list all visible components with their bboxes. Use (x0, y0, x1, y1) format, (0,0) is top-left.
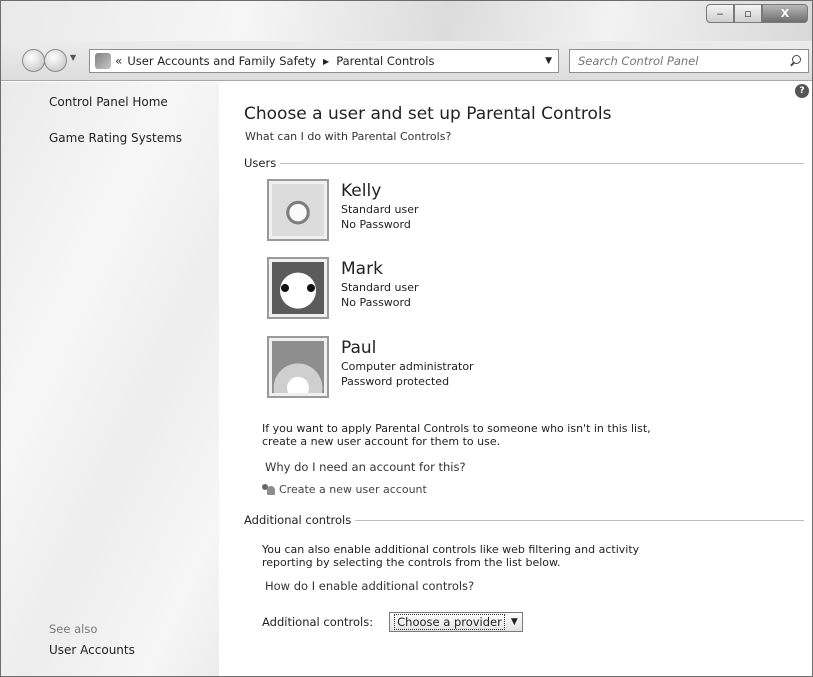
navigation-bar: ▼ « User Accounts and Family Safety ▶ Pa… (1, 41, 812, 81)
title-bar: ‒ ▫ X (1, 1, 812, 41)
user-role: Standard user (341, 281, 419, 294)
additional-controls-label: Additional controls: (262, 615, 374, 629)
users-section-header: Users (244, 156, 804, 170)
create-new-user-account-link[interactable]: Create a new user account (262, 483, 427, 496)
maximize-button[interactable]: ▫ (734, 4, 762, 23)
user-tile-mark[interactable]: Mark Standard user No Password (267, 257, 597, 321)
user-accounts-link[interactable]: User Accounts (49, 643, 135, 657)
see-also-label: See also (49, 622, 98, 636)
search-icon[interactable] (790, 55, 802, 67)
user-name[interactable]: Paul (341, 338, 376, 358)
user-role: Standard user (341, 203, 419, 216)
back-button[interactable] (22, 49, 45, 72)
user-name[interactable]: Mark (341, 259, 383, 279)
users-section-label: Users (244, 156, 277, 170)
add-user-note: If you want to apply Parental Controls t… (262, 422, 651, 448)
breadcrumb-user-accounts-family-safety[interactable]: User Accounts and Family Safety (127, 54, 316, 68)
user-password-status: Password protected (341, 375, 450, 388)
parental-controls-window: ‒ ▫ X ▼ « User Accounts and Family Safet… (0, 0, 813, 677)
section-divider (280, 162, 804, 164)
user-picture[interactable] (267, 257, 329, 319)
control-panel-icon (95, 53, 111, 69)
address-dropdown-icon[interactable]: ▼ (545, 56, 552, 66)
main-content: ? Choose a user and set up Parental Cont… (219, 82, 812, 676)
users-icon (262, 483, 276, 496)
additional-controls-row: Additional controls: Choose a provider ▼ (262, 612, 523, 632)
add-user-note-line1: If you want to apply Parental Controls t… (262, 422, 651, 435)
provider-select[interactable]: Choose a provider ▼ (389, 612, 523, 632)
create-new-user-account-label[interactable]: Create a new user account (279, 483, 427, 496)
user-tile-paul[interactable]: Paul Computer administrator Password pro… (267, 336, 597, 400)
address-bar[interactable]: « User Accounts and Family Safety ▶ Pare… (89, 49, 559, 73)
game-rating-systems-link[interactable]: Game Rating Systems (49, 131, 182, 145)
close-button[interactable]: X (762, 4, 808, 23)
additional-controls-note: You can also enable additional controls … (262, 543, 639, 569)
left-task-pane: Control Panel Home Game Rating Systems S… (1, 82, 219, 676)
recent-pages-dropdown-icon[interactable]: ▼ (70, 53, 76, 62)
cat-picture-icon (272, 184, 324, 236)
user-picture[interactable] (267, 179, 329, 241)
additional-controls-section-label: Additional controls (244, 513, 352, 527)
provider-select-value[interactable]: Choose a provider (394, 614, 505, 630)
chevron-down-icon[interactable]: ▼ (511, 617, 518, 627)
how-enable-additional-controls-link[interactable]: How do I enable additional controls? (265, 579, 474, 593)
caption-buttons: ‒ ▫ X (706, 4, 808, 23)
additional-controls-note-line2: reporting by selecting the controls from… (262, 556, 561, 569)
section-divider (355, 519, 804, 521)
user-role: Computer administrator (341, 360, 474, 373)
search-input[interactable] (570, 54, 775, 68)
search-box[interactable] (569, 49, 809, 73)
control-panel-home-link[interactable]: Control Panel Home (49, 95, 168, 109)
page-title: Choose a user and set up Parental Contro… (244, 104, 612, 124)
user-tile-kelly[interactable]: Kelly Standard user No Password (267, 179, 597, 243)
flower-picture-icon (272, 341, 324, 393)
breadcrumb-separator-icon[interactable]: ▶ (323, 57, 329, 66)
user-picture[interactable] (267, 336, 329, 398)
help-icon[interactable]: ? (795, 84, 809, 98)
user-name[interactable]: Kelly (341, 181, 381, 201)
breadcrumb-parental-controls[interactable]: Parental Controls (336, 54, 434, 68)
what-can-i-do-link[interactable]: What can I do with Parental Controls? (245, 130, 451, 143)
minimize-button[interactable]: ‒ (706, 4, 734, 23)
additional-controls-note-line1: You can also enable additional controls … (262, 543, 640, 556)
forward-button[interactable] (44, 49, 67, 72)
user-password-status: No Password (341, 218, 411, 231)
add-user-note-line2: create a new user account for them to us… (262, 435, 501, 448)
additional-controls-section-header: Additional controls (244, 513, 804, 527)
user-password-status: No Password (341, 296, 411, 309)
address-chevron[interactable]: « (115, 54, 122, 68)
soccer-ball-picture-icon (272, 262, 324, 314)
why-need-account-link[interactable]: Why do I need an account for this? (265, 460, 466, 474)
